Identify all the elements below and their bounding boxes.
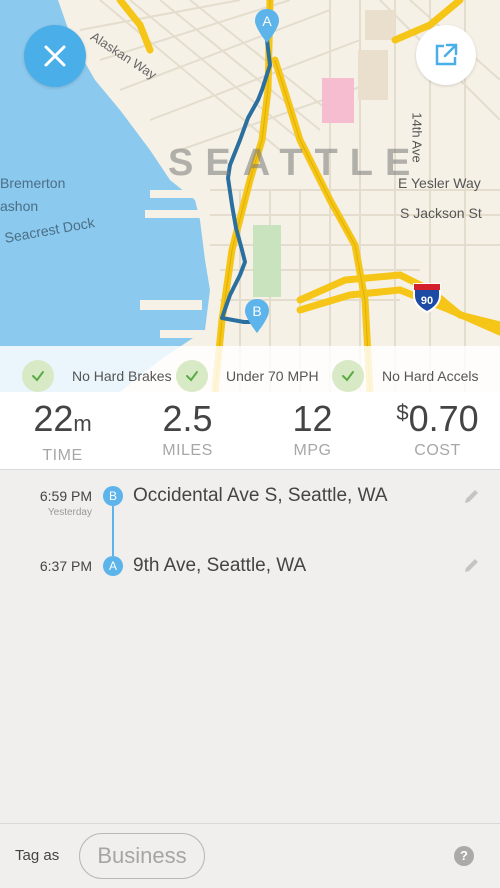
place-label-ashon: ashon [0, 198, 39, 214]
map-pin-icon: A [255, 9, 279, 43]
svg-text:B: B [252, 303, 261, 319]
stat-miles-value: 2.5 [162, 398, 213, 439]
tag-label: Tag as [15, 847, 60, 864]
trip-map[interactable]: 90 SEATTLE Alaskan Way E Yesler Way S Ja… [0, 0, 500, 392]
tag-footer: Tag as Business ? [0, 823, 500, 888]
place-label-bremerton: Bremerton [0, 175, 66, 191]
start-marker: A [103, 556, 123, 576]
share-icon [435, 43, 458, 66]
pencil-icon [465, 490, 478, 503]
help-icon[interactable]: ? [454, 846, 474, 866]
close-icon [44, 45, 66, 67]
badge-label: Under 70 MPH [226, 368, 319, 384]
end-time: 6:59 PM [39, 488, 92, 504]
start-pin[interactable]: A [253, 8, 281, 44]
end-day: Yesterday [47, 507, 92, 518]
share-button[interactable] [416, 25, 476, 85]
trip-stats: 22m TIME 2.5 MILES 12 MPG $0.70 COST [0, 392, 500, 470]
badge-label: No Hard Brakes [72, 368, 172, 384]
badge-label: No Hard Accels [382, 368, 479, 384]
tag-business-button[interactable]: Business [79, 833, 205, 879]
svg-text:90: 90 [421, 295, 433, 307]
check-icon [332, 360, 364, 392]
trip-timeline: 6:59 PM Yesterday B Occidental Ave S, Se… [0, 471, 500, 823]
safety-badges-bar: No Hard Brakes Under 70 MPH No Hard Acce… [0, 346, 500, 392]
stat-miles: 2.5 MILES [125, 398, 250, 460]
stat-time: 22m TIME [0, 398, 125, 465]
stat-mpg-value: 12 [292, 398, 333, 439]
stat-time-value: 22 [33, 398, 74, 439]
city-label: SEATTLE [168, 142, 423, 184]
timeline-connector [112, 506, 114, 556]
end-pin[interactable]: B [243, 298, 271, 334]
stat-time-unit: m [73, 411, 92, 436]
check-icon [22, 360, 54, 392]
street-label-yesler: E Yesler Way [398, 175, 481, 191]
start-address[interactable]: 9th Ave, Seattle, WA [133, 555, 306, 577]
street-label-jackson: S Jackson St [400, 205, 482, 221]
stat-mpg: 12 MPG [250, 398, 375, 460]
stat-cost: $0.70 COST [375, 398, 500, 460]
close-button[interactable] [24, 25, 86, 87]
stat-cost-label: COST [414, 442, 461, 459]
edit-start-button[interactable] [462, 557, 480, 575]
stat-miles-label: MILES [162, 442, 213, 459]
svg-text:A: A [262, 13, 272, 29]
stat-time-label: TIME [42, 447, 83, 464]
street-label-14th-ave: 14th Ave [409, 112, 425, 163]
end-marker: B [103, 486, 123, 506]
edit-end-button[interactable] [462, 488, 480, 506]
pencil-icon [465, 559, 478, 572]
stat-cost-value: 0.70 [408, 398, 479, 439]
start-time: 6:37 PM [39, 558, 92, 574]
end-address[interactable]: Occidental Ave S, Seattle, WA [133, 485, 388, 507]
check-icon [176, 360, 208, 392]
stat-mpg-label: MPG [293, 442, 332, 459]
stat-cost-currency: $ [396, 400, 409, 425]
map-pin-icon: B [245, 299, 269, 333]
